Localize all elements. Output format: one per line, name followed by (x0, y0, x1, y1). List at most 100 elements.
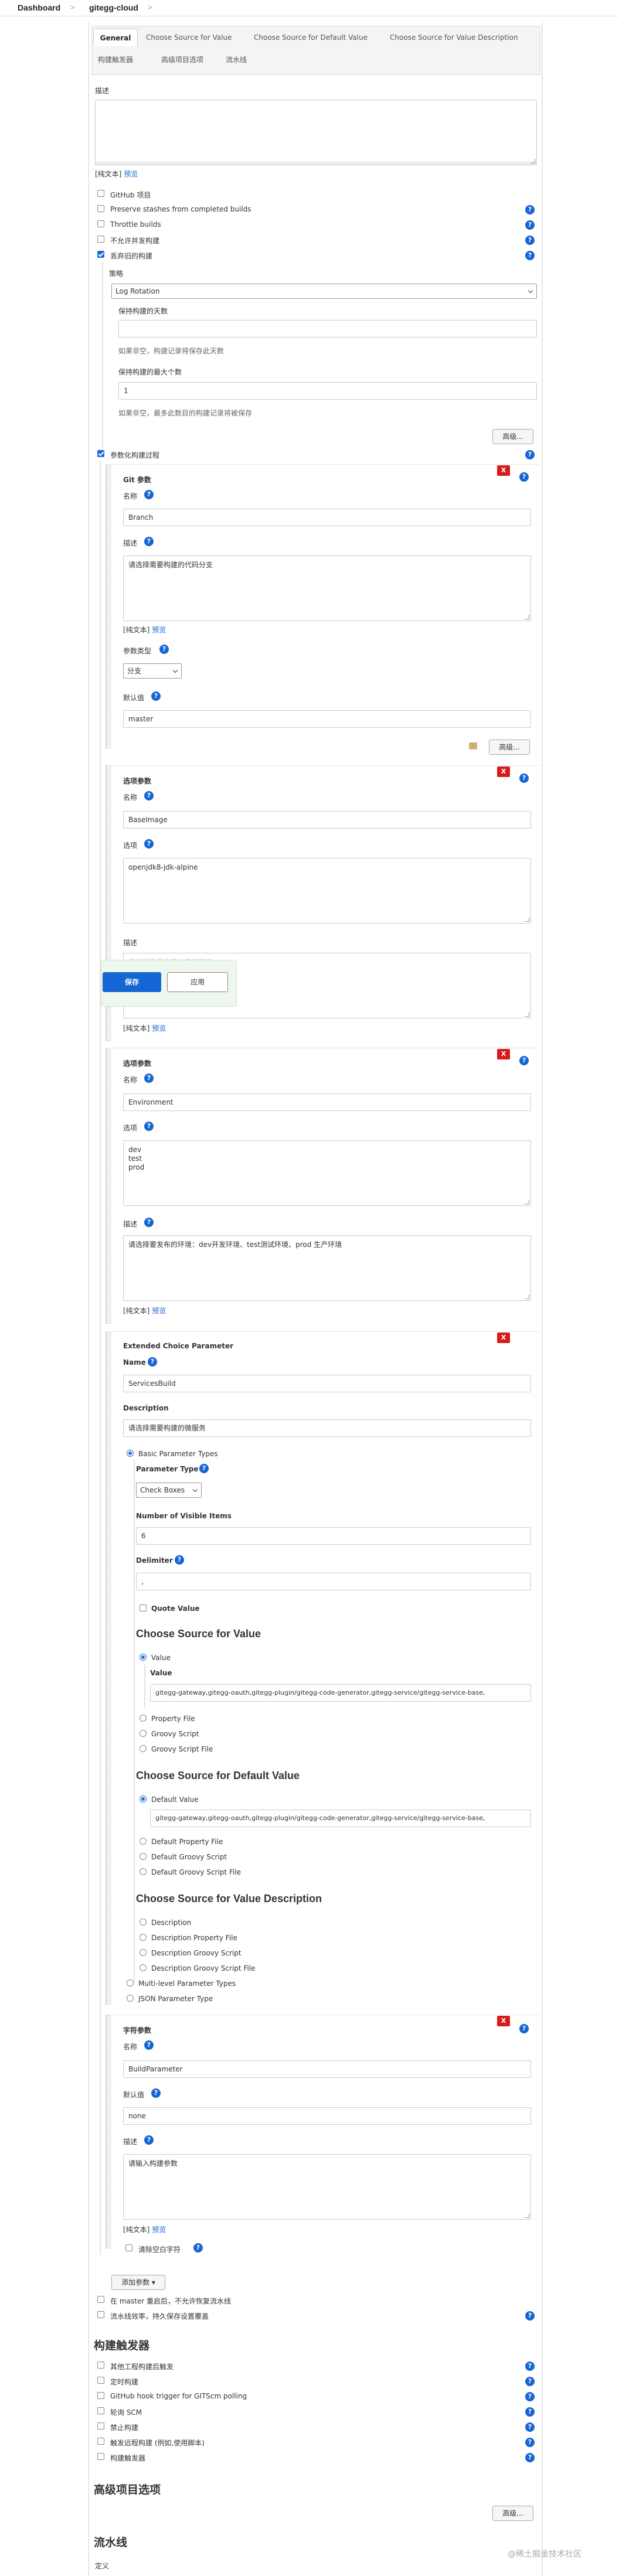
choice2-name-input[interactable]: Environment (123, 1093, 531, 1111)
tab-advanced-options[interactable]: 高级项目选项 (157, 51, 208, 69)
help-icon[interactable]: ? (525, 236, 535, 245)
preview-link[interactable]: 预览 (124, 170, 138, 178)
help-icon[interactable]: ? (144, 537, 154, 546)
drag-handle[interactable] (107, 1048, 111, 1324)
no-resume-checkbox[interactable] (97, 2296, 104, 2303)
drag-handle[interactable] (107, 2015, 111, 2249)
drag-handle[interactable] (107, 1332, 111, 2005)
advanced-button[interactable]: 高级... (492, 429, 533, 444)
string-name-input[interactable]: BuildParameter (123, 2060, 531, 2078)
help-icon[interactable]: ? (193, 2243, 203, 2253)
choice2-desc-textarea[interactable]: 请选择要发布的环境：dev开发环境、test测试环境、prod 生产环境 (123, 1235, 531, 1301)
multi-level-radio[interactable] (127, 1979, 134, 1986)
default-groovy-file-radio[interactable] (140, 1868, 147, 1875)
value-input[interactable]: gitegg-gateway,gitegg-oauth,gitegg-plugi… (150, 1684, 531, 1702)
help-icon[interactable]: ? (525, 2407, 535, 2417)
help-icon[interactable]: ? (525, 2362, 535, 2371)
delete-param-button[interactable]: X (497, 1049, 510, 1059)
help-icon[interactable]: ? (144, 1218, 154, 1227)
tab-choose-source-value[interactable]: Choose Source for Value (141, 29, 236, 46)
choice2-choices-textarea[interactable]: dev test prod (123, 1140, 531, 1206)
delete-param-button[interactable]: X (497, 465, 510, 476)
trigger-checkbox[interactable] (97, 2407, 104, 2414)
quote-value-checkbox[interactable] (140, 1604, 147, 1611)
add-parameter-button[interactable]: 添加参数 ▾ (111, 2275, 165, 2290)
trigger-checkbox[interactable] (97, 2438, 104, 2445)
preview-link[interactable]: 预览 (152, 1024, 166, 1033)
tab-general[interactable]: General (93, 29, 138, 46)
value-radio[interactable] (140, 1654, 147, 1661)
basic-param-types-radio[interactable] (127, 1450, 134, 1457)
default-property-file-radio[interactable] (140, 1838, 147, 1845)
desc-property-file-radio[interactable] (140, 1934, 147, 1941)
help-icon[interactable]: ? (519, 774, 529, 783)
breadcrumb-project[interactable]: gitegg-cloud (89, 3, 138, 12)
tab-choose-source-default[interactable]: Choose Source for Default Value (249, 29, 372, 46)
help-icon[interactable]: ? (525, 2422, 535, 2432)
keep-days-input[interactable] (118, 320, 537, 338)
property-file-radio[interactable] (140, 1715, 147, 1722)
delete-param-button[interactable]: X (497, 766, 510, 777)
help-icon[interactable]: ? (525, 450, 535, 459)
choice1-choices-textarea[interactable]: openjdk8-jdk-alpine (123, 858, 531, 924)
github-project-checkbox[interactable] (97, 190, 104, 197)
keep-max-input[interactable]: 1 (118, 382, 537, 400)
default-groovy-script-radio[interactable] (140, 1853, 147, 1860)
help-icon[interactable]: ? (519, 2024, 529, 2033)
discard-old-builds-checkbox[interactable] (97, 251, 104, 258)
apply-button[interactable]: 应用 (167, 972, 228, 992)
git-advanced-button[interactable]: 高级... (489, 740, 530, 755)
help-icon[interactable]: ? (144, 839, 154, 849)
help-icon[interactable]: ? (144, 1074, 154, 1083)
trigger-checkbox[interactable] (97, 2377, 104, 2384)
help-icon[interactable]: ? (525, 205, 535, 214)
choice1-name-input[interactable]: BaseImage (123, 811, 531, 829)
help-icon[interactable]: ? (519, 1056, 529, 1065)
default-value-input[interactable]: gitegg-gateway,gitegg-oauth,gitegg-plugi… (150, 1810, 531, 1827)
delete-param-button[interactable]: X (497, 2016, 510, 2026)
desc-groovy-file-radio[interactable] (140, 1964, 147, 1971)
help-icon[interactable]: ? (144, 1122, 154, 1131)
trim-checkbox[interactable] (125, 2244, 132, 2251)
durability-checkbox[interactable] (97, 2311, 104, 2318)
preview-link[interactable]: 预览 (152, 1307, 166, 1315)
help-icon[interactable]: ? (151, 691, 161, 701)
advanced-options-button[interactable]: 高级... (492, 2506, 533, 2521)
help-icon[interactable]: ? (525, 2377, 535, 2386)
description-radio[interactable] (140, 1919, 147, 1926)
parameterized-build-checkbox[interactable] (97, 450, 104, 457)
groovy-script-radio[interactable] (140, 1730, 147, 1737)
ext-desc-input[interactable]: 请选择需要构建的微服务 (123, 1419, 531, 1437)
delete-param-button[interactable]: X (497, 1333, 510, 1343)
description-textarea[interactable] (95, 100, 537, 165)
git-name-input[interactable]: Branch (123, 509, 531, 526)
ext-param-type-select[interactable]: Check Boxes (136, 1483, 202, 1498)
string-desc-textarea[interactable]: 请输入构建参数 (123, 2154, 531, 2220)
resize-grip[interactable] (96, 162, 536, 165)
preserve-stashes-checkbox[interactable] (97, 205, 104, 212)
no-concurrent-checkbox[interactable] (97, 236, 104, 243)
trigger-checkbox[interactable] (97, 2422, 104, 2430)
help-icon[interactable]: ? (525, 2392, 535, 2401)
help-icon[interactable]: ? (525, 2438, 535, 2447)
help-icon[interactable]: ? (525, 2453, 535, 2462)
trigger-checkbox[interactable] (97, 2453, 104, 2460)
tab-pipeline[interactable]: 流水线 (221, 51, 251, 69)
help-icon[interactable]: ? (159, 645, 169, 654)
trigger-checkbox[interactable] (97, 2362, 104, 2369)
ext-name-input[interactable]: ServicesBuild (123, 1375, 531, 1392)
json-param-radio[interactable] (127, 1995, 134, 2002)
desc-groovy-script-radio[interactable] (140, 1949, 147, 1956)
help-icon[interactable]: ? (519, 472, 529, 482)
preview-link[interactable]: 预览 (152, 626, 166, 634)
preview-link[interactable]: 预览 (152, 2226, 166, 2234)
git-desc-textarea[interactable]: 请选择需要构建的代码分支 (123, 556, 531, 621)
delimiter-input[interactable]: , (136, 1573, 531, 1590)
drag-handle[interactable] (107, 465, 111, 749)
throttle-builds-checkbox[interactable] (97, 220, 104, 227)
tab-choose-source-description[interactable]: Choose Source for Value Description (385, 29, 523, 46)
help-icon[interactable]: ? (144, 2040, 154, 2050)
help-icon[interactable]: ? (525, 251, 535, 260)
help-icon[interactable]: ? (144, 791, 154, 800)
help-icon[interactable]: ? (525, 220, 535, 230)
